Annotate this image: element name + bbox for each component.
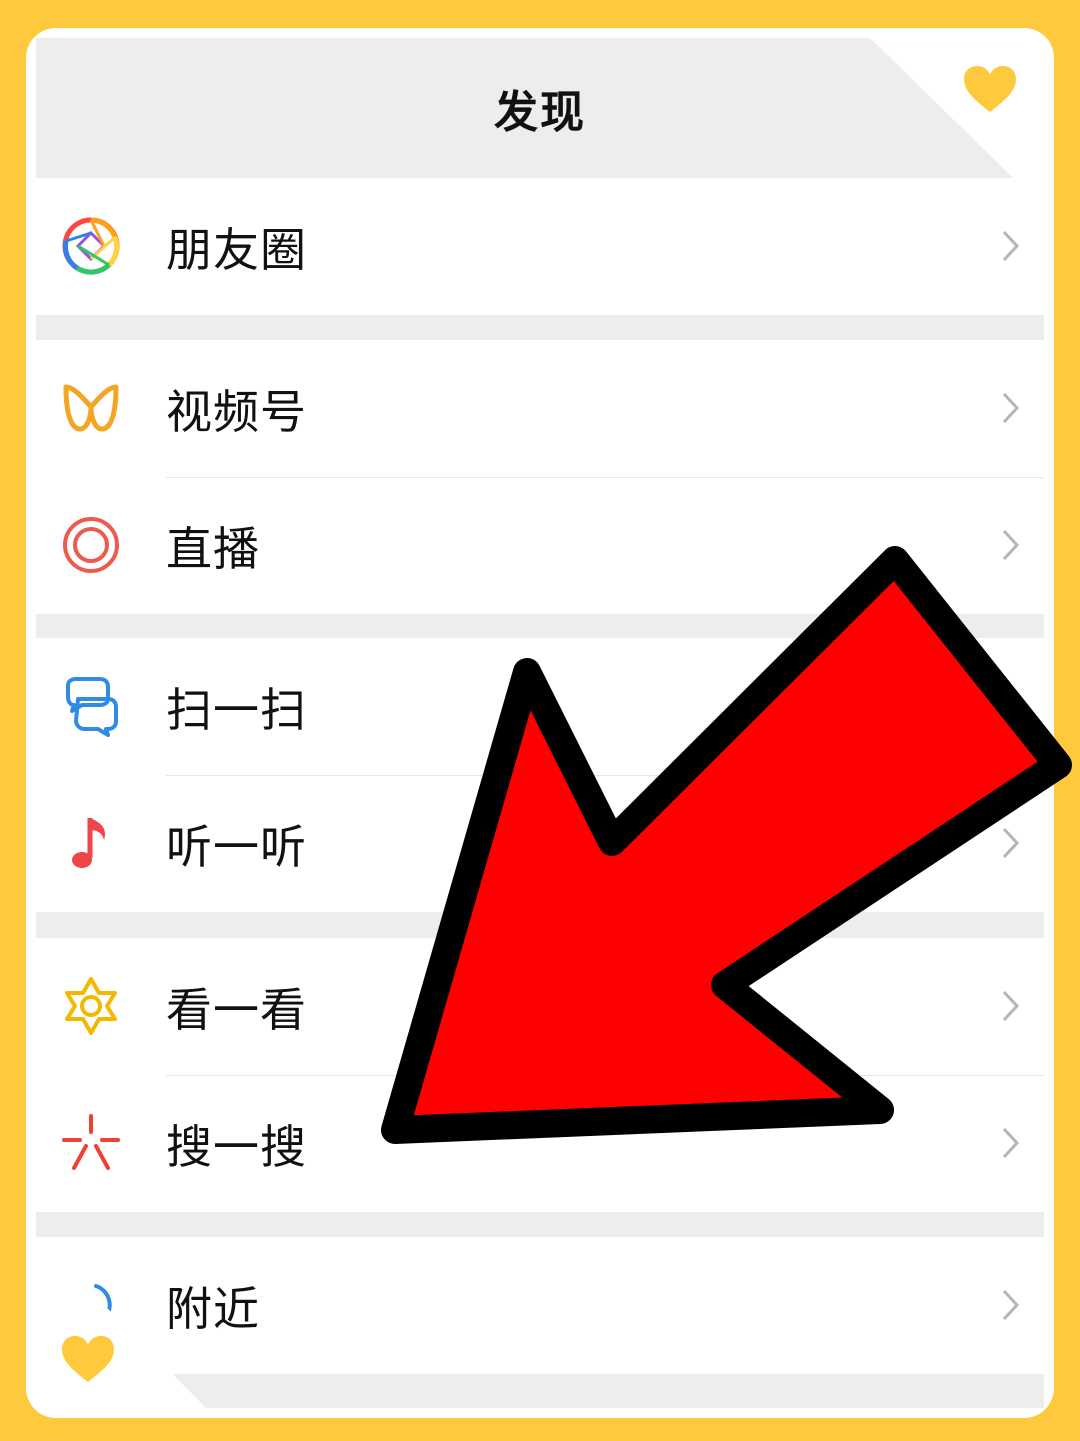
menu-item-scan[interactable]: 扫一扫: [36, 638, 1044, 775]
heart-icon: [60, 1334, 116, 1384]
menu-item-nearby[interactable]: 附近: [36, 1237, 1044, 1374]
menu-item-label: 看一看: [166, 982, 307, 1037]
menu-item-channels[interactable]: 视频号: [36, 340, 1044, 477]
page-title: 发现: [494, 87, 586, 138]
menu-item-search[interactable]: 搜一搜: [36, 1075, 1044, 1212]
menu-item-label: 听一听: [166, 819, 307, 874]
chevron-right-icon: [1000, 1287, 1022, 1323]
top-stories-star-icon: [60, 975, 122, 1037]
menu-item-label: 搜一搜: [166, 1119, 307, 1174]
menu-group-moments: 朋友圈: [36, 178, 1044, 315]
chevron-right-icon: [1000, 988, 1022, 1024]
menu-item-label: 朋友圈: [166, 222, 307, 277]
menu-group-scan-listen: 扫一扫 听一听: [36, 638, 1044, 912]
chevron-right-icon: [1000, 825, 1022, 861]
menu-item-label: 扫一扫: [166, 682, 307, 737]
discover-screen: 发现 朋友圈 视频号 直播 扫一扫 听一听 看一看 搜一搜 附近: [36, 38, 1044, 1408]
heart-icon: [962, 64, 1018, 114]
page-header: 发现: [36, 38, 1044, 178]
chevron-right-icon: [1000, 228, 1022, 264]
chevron-right-icon: [1000, 527, 1022, 563]
menu-item-label: 视频号: [166, 384, 307, 439]
chevron-right-icon: [1000, 390, 1022, 426]
channels-butterfly-icon: [60, 377, 122, 439]
menu-item-listen[interactable]: 听一听: [36, 775, 1044, 912]
music-note-icon: [60, 812, 122, 874]
search-sparkle-icon: [60, 1112, 122, 1174]
menu-item-label: 直播: [166, 521, 260, 576]
menu-group-channels: 视频号 直播: [36, 340, 1044, 614]
menu-item-look[interactable]: 看一看: [36, 938, 1044, 1075]
moments-aperture-icon: [60, 215, 122, 277]
screenshot-card: 发现 朋友圈 视频号 直播 扫一扫 听一听 看一看 搜一搜 附近: [26, 28, 1054, 1418]
chevron-right-icon: [1000, 1125, 1022, 1161]
live-ring-icon: [60, 514, 122, 576]
menu-group-nearby: 附近: [36, 1237, 1044, 1374]
menu-item-live[interactable]: 直播: [36, 477, 1044, 614]
menu-group-look-search: 看一看 搜一搜: [36, 938, 1044, 1212]
menu-item-label: 附近: [166, 1281, 260, 1336]
chevron-right-icon: [1000, 688, 1022, 724]
nearby-signal-icon: [60, 1274, 122, 1336]
scan-icon: [60, 675, 122, 737]
menu-item-moments[interactable]: 朋友圈: [36, 178, 1044, 315]
